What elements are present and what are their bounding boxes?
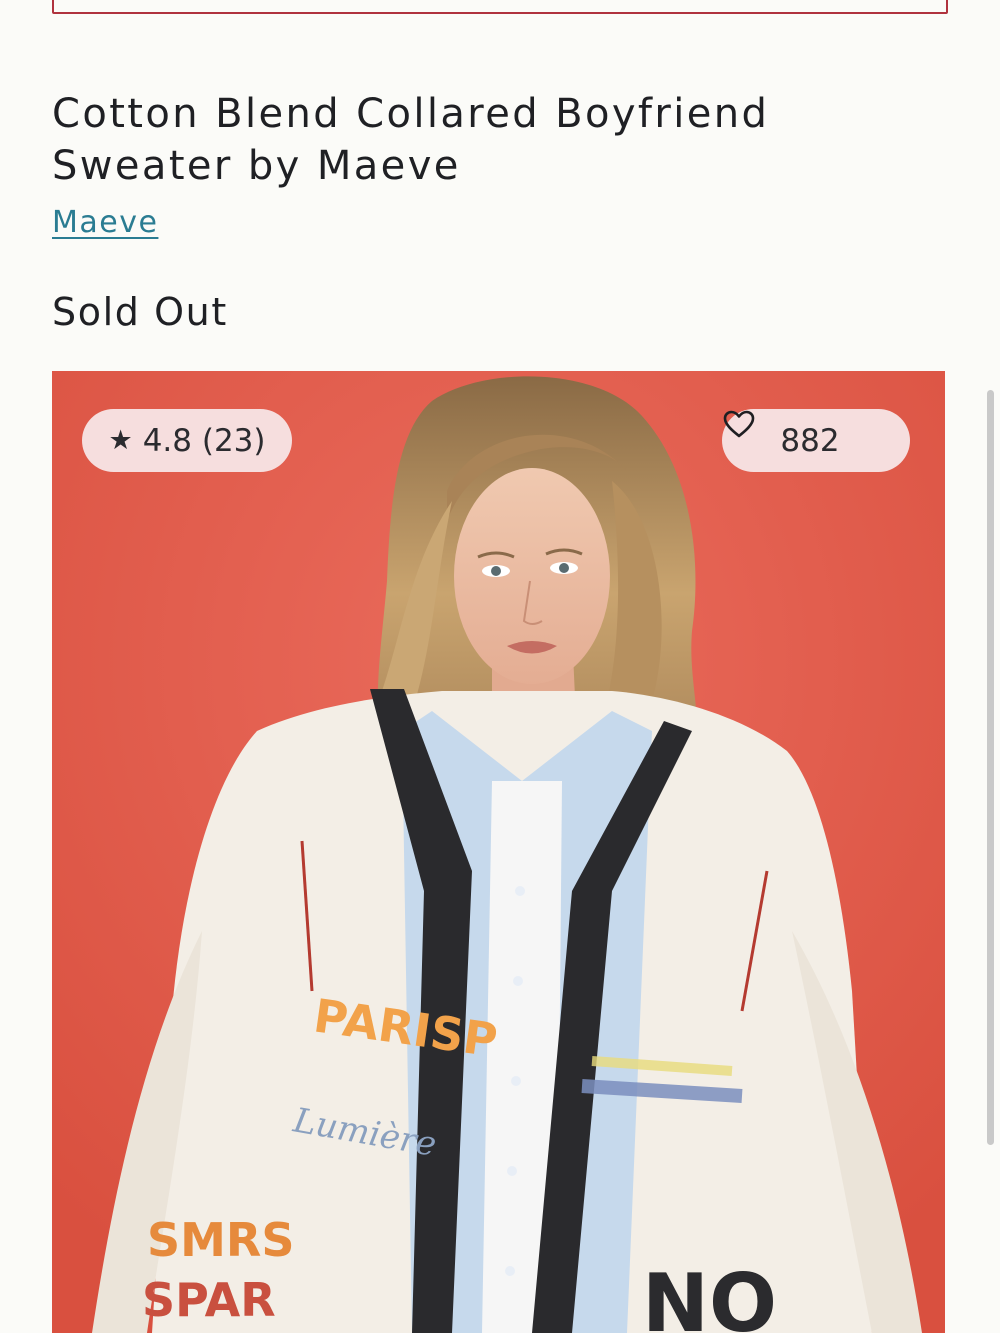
likes-count: 882 — [780, 422, 840, 459]
sweater-text-spar: SPAR — [142, 1273, 276, 1327]
size-selector-box[interactable] — [52, 0, 948, 14]
rating-text: 4.8 (23) — [142, 422, 266, 459]
rating-badge[interactable]: ★ 4.8 (23) — [82, 409, 292, 472]
product-title: Cotton Blend Collared Boyfriend Sweater … — [52, 91, 770, 189]
sweater-text-no: NO — [642, 1257, 777, 1333]
star-icon: ★ — [108, 425, 133, 456]
sold-out-label: Sold Out — [52, 290, 228, 334]
brand-link[interactable]: Maeve — [52, 205, 158, 240]
product-page: Cotton Blend Collared Boyfriend Sweater … — [0, 0, 1000, 1333]
product-image[interactable]: PARISP Lumière SMRS SPAR NO ★ 4.8 (23) 8… — [52, 371, 945, 1333]
sweater-text-smrs: SMRS — [147, 1213, 294, 1267]
model-photo-illustration: PARISP Lumière SMRS SPAR NO — [52, 371, 945, 1333]
favorite-badge[interactable]: 882 — [722, 409, 910, 472]
scrollbar[interactable] — [987, 390, 994, 1145]
